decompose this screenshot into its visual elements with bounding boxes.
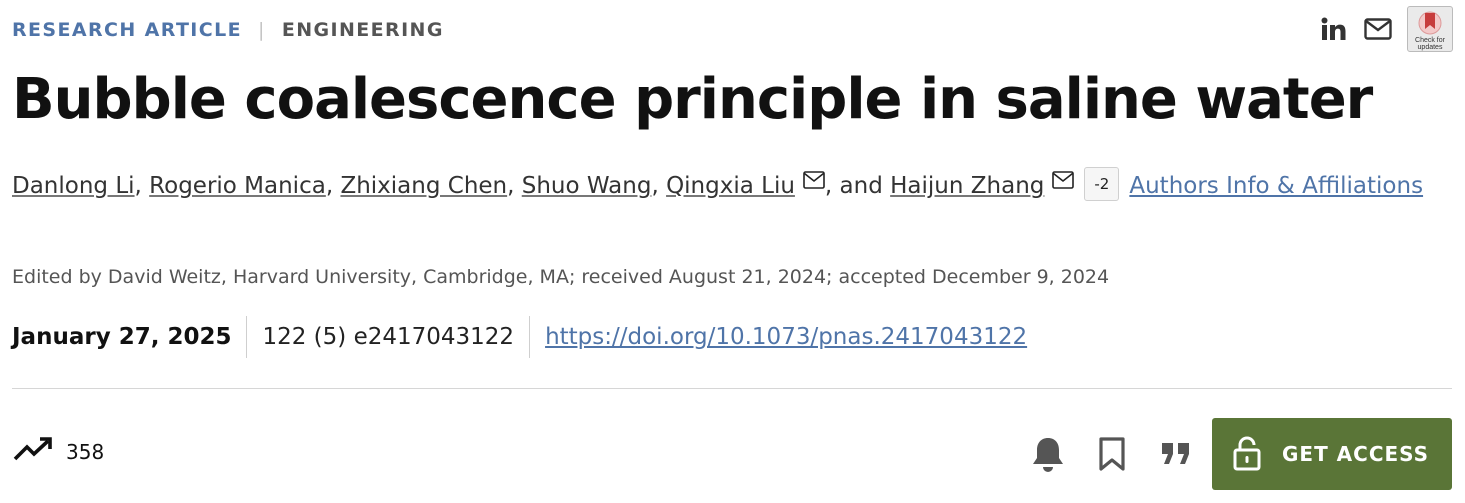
publication-date: January 27, 2025 [12, 324, 232, 350]
check-for-updates-badge[interactable]: Check for updates [1407, 6, 1453, 52]
get-access-label: GET ACCESS [1282, 442, 1430, 466]
bell-icon[interactable] [1028, 434, 1068, 474]
more-authors-count[interactable]: -2 [1084, 167, 1120, 201]
author-comma: , [507, 173, 515, 199]
author-comma: , [134, 173, 142, 199]
category-separator: | [258, 19, 266, 41]
bookmark-icon[interactable] [1092, 434, 1132, 474]
article-title: Bubble coalescence principle in saline w… [12, 67, 1373, 132]
get-access-button[interactable]: GET ACCESS [1212, 418, 1452, 490]
publication-info-row: January 27, 2025 122 (5) e2417043122 htt… [12, 316, 1027, 358]
bookmark-ribbon-icon [1418, 11, 1442, 35]
doi-link[interactable]: https://doi.org/10.1073/pnas.2417043122 [545, 324, 1027, 350]
article-metrics[interactable]: 358 [12, 436, 104, 467]
author-link[interactable]: Qingxia Liu [666, 173, 795, 199]
author-and-text: , and [824, 173, 883, 199]
trending-up-icon [12, 436, 54, 467]
corresponding-author-mail-icon[interactable] [803, 160, 825, 205]
check-for-updates-label: Check for updates [1415, 37, 1445, 51]
authors-info-affiliations-link[interactable]: Authors Info & Affiliations [1129, 173, 1423, 199]
editor-received-accepted: Edited by David Weitz, Harvard Universit… [12, 266, 1110, 288]
share-toolbar: Check for updates [1319, 6, 1453, 52]
author-list: Danlong Li, Rogerio Manica, Zhixiang Che… [12, 160, 1432, 209]
mail-icon[interactable] [1363, 14, 1393, 44]
author-link[interactable]: Zhixiang Chen [340, 173, 507, 199]
author-comma: , [651, 173, 659, 199]
category-engineering[interactable]: ENGINEERING [282, 19, 444, 41]
volume-issue: 122 (5) e2417043122 [262, 324, 515, 350]
metrics-count: 358 [66, 439, 105, 464]
article-actions: GET ACCESS [1028, 418, 1452, 490]
quote-icon[interactable] [1156, 434, 1196, 474]
article-category-line: RESEARCH ARTICLE | ENGINEERING [12, 16, 444, 44]
author-link[interactable]: Rogerio Manica [149, 173, 326, 199]
author-comma: , [325, 173, 334, 199]
divider [529, 316, 531, 358]
linkedin-icon[interactable] [1319, 14, 1349, 44]
unlock-icon [1232, 435, 1262, 474]
corresponding-author-mail-icon[interactable] [1052, 160, 1075, 205]
divider [246, 316, 248, 358]
category-research-article[interactable]: RESEARCH ARTICLE [12, 19, 242, 41]
author-link[interactable]: Haijun Zhang [890, 173, 1044, 199]
horizontal-rule [12, 388, 1452, 389]
author-link[interactable]: Shuo Wang [522, 173, 652, 199]
author-link[interactable]: Danlong Li [12, 173, 135, 199]
